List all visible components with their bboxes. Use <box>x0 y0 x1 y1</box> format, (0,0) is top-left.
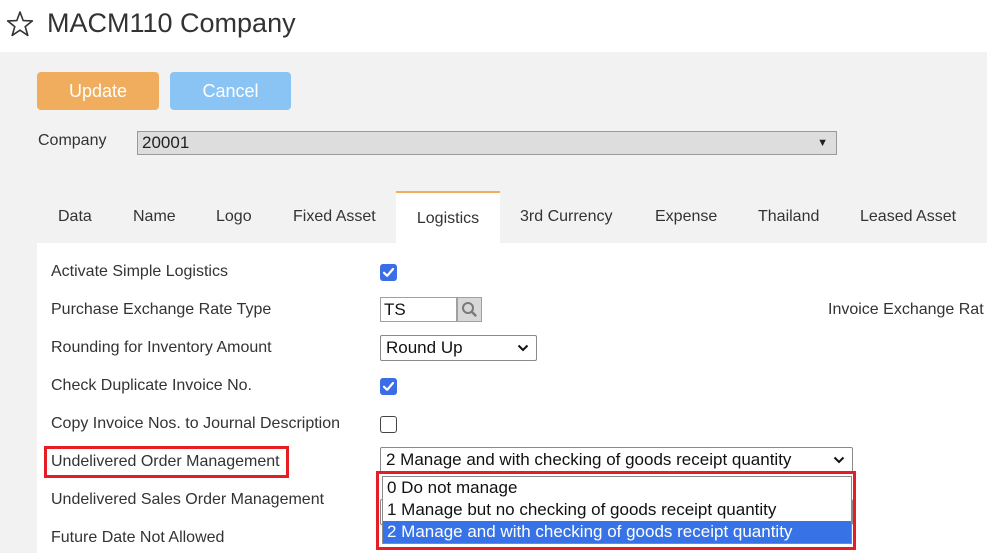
rounding-inventory-amount-value: Round Up <box>386 338 463 357</box>
activate-simple-logistics-label: Activate Simple Logistics <box>51 263 228 280</box>
search-icon <box>462 302 477 317</box>
check-duplicate-invoice-checkbox[interactable] <box>380 378 397 395</box>
tab-bar: Data Name Logo Fixed Asset Logistics 3rd… <box>37 191 987 244</box>
tab-logistics[interactable]: Logistics <box>396 191 500 244</box>
update-button[interactable]: Update <box>37 72 159 110</box>
copy-invoice-nos-label: Copy Invoice Nos. to Journal Description <box>51 415 341 432</box>
future-date-not-allowed-label: Future Date Not Allowed <box>51 529 225 546</box>
tab-3rd-currency[interactable]: 3rd Currency <box>520 191 612 243</box>
check-duplicate-invoice-label: Check Duplicate Invoice No. <box>51 377 252 394</box>
undelivered-order-mgmt-select[interactable]: 2 Manage and with checking of goods rece… <box>380 447 853 473</box>
rounding-inventory-amount-select[interactable]: Round Up <box>380 335 537 361</box>
company-label: Company <box>38 132 107 149</box>
invoice-exchange-rate-label: Invoice Exchange Rat <box>828 301 984 318</box>
company-value: 20001 <box>142 133 190 152</box>
tab-data[interactable]: Data <box>58 191 92 243</box>
activate-simple-logistics-checkbox[interactable] <box>380 264 397 281</box>
tab-leased-asset[interactable]: Leased Asset <box>860 191 956 243</box>
title-bar: MACM110 Company <box>0 0 987 52</box>
page-title: MACM110 Company <box>47 8 296 38</box>
highlight-box <box>44 446 289 478</box>
copy-invoice-nos-checkbox[interactable] <box>380 416 397 433</box>
tab-thailand[interactable]: Thailand <box>758 191 819 243</box>
checkmark-icon <box>382 381 395 391</box>
purchase-exchange-rate-type-input[interactable]: TS <box>380 297 457 322</box>
highlight-box <box>376 471 856 550</box>
purchase-exchange-rate-type-label: Purchase Exchange Rate Type <box>51 301 272 318</box>
caret-down-icon: ▼ <box>817 137 828 149</box>
company-select[interactable]: 20001 ▼ <box>137 131 837 155</box>
cancel-button[interactable]: Cancel <box>170 72 291 110</box>
chevron-down-icon <box>517 344 529 352</box>
tab-name[interactable]: Name <box>133 191 176 243</box>
star-icon[interactable] <box>6 10 34 38</box>
rounding-inventory-amount-label: Rounding for Inventory Amount <box>51 339 272 356</box>
undelivered-order-mgmt-value: 2 Manage and with checking of goods rece… <box>386 450 792 469</box>
tab-logo[interactable]: Logo <box>216 191 252 243</box>
chevron-down-icon <box>833 456 845 464</box>
tab-expense[interactable]: Expense <box>655 191 717 243</box>
undelivered-sales-order-mgmt-label: Undelivered Sales Order Management <box>51 491 325 508</box>
search-button[interactable] <box>457 297 482 322</box>
checkmark-icon <box>382 267 395 277</box>
tab-fixed-asset[interactable]: Fixed Asset <box>293 191 376 243</box>
